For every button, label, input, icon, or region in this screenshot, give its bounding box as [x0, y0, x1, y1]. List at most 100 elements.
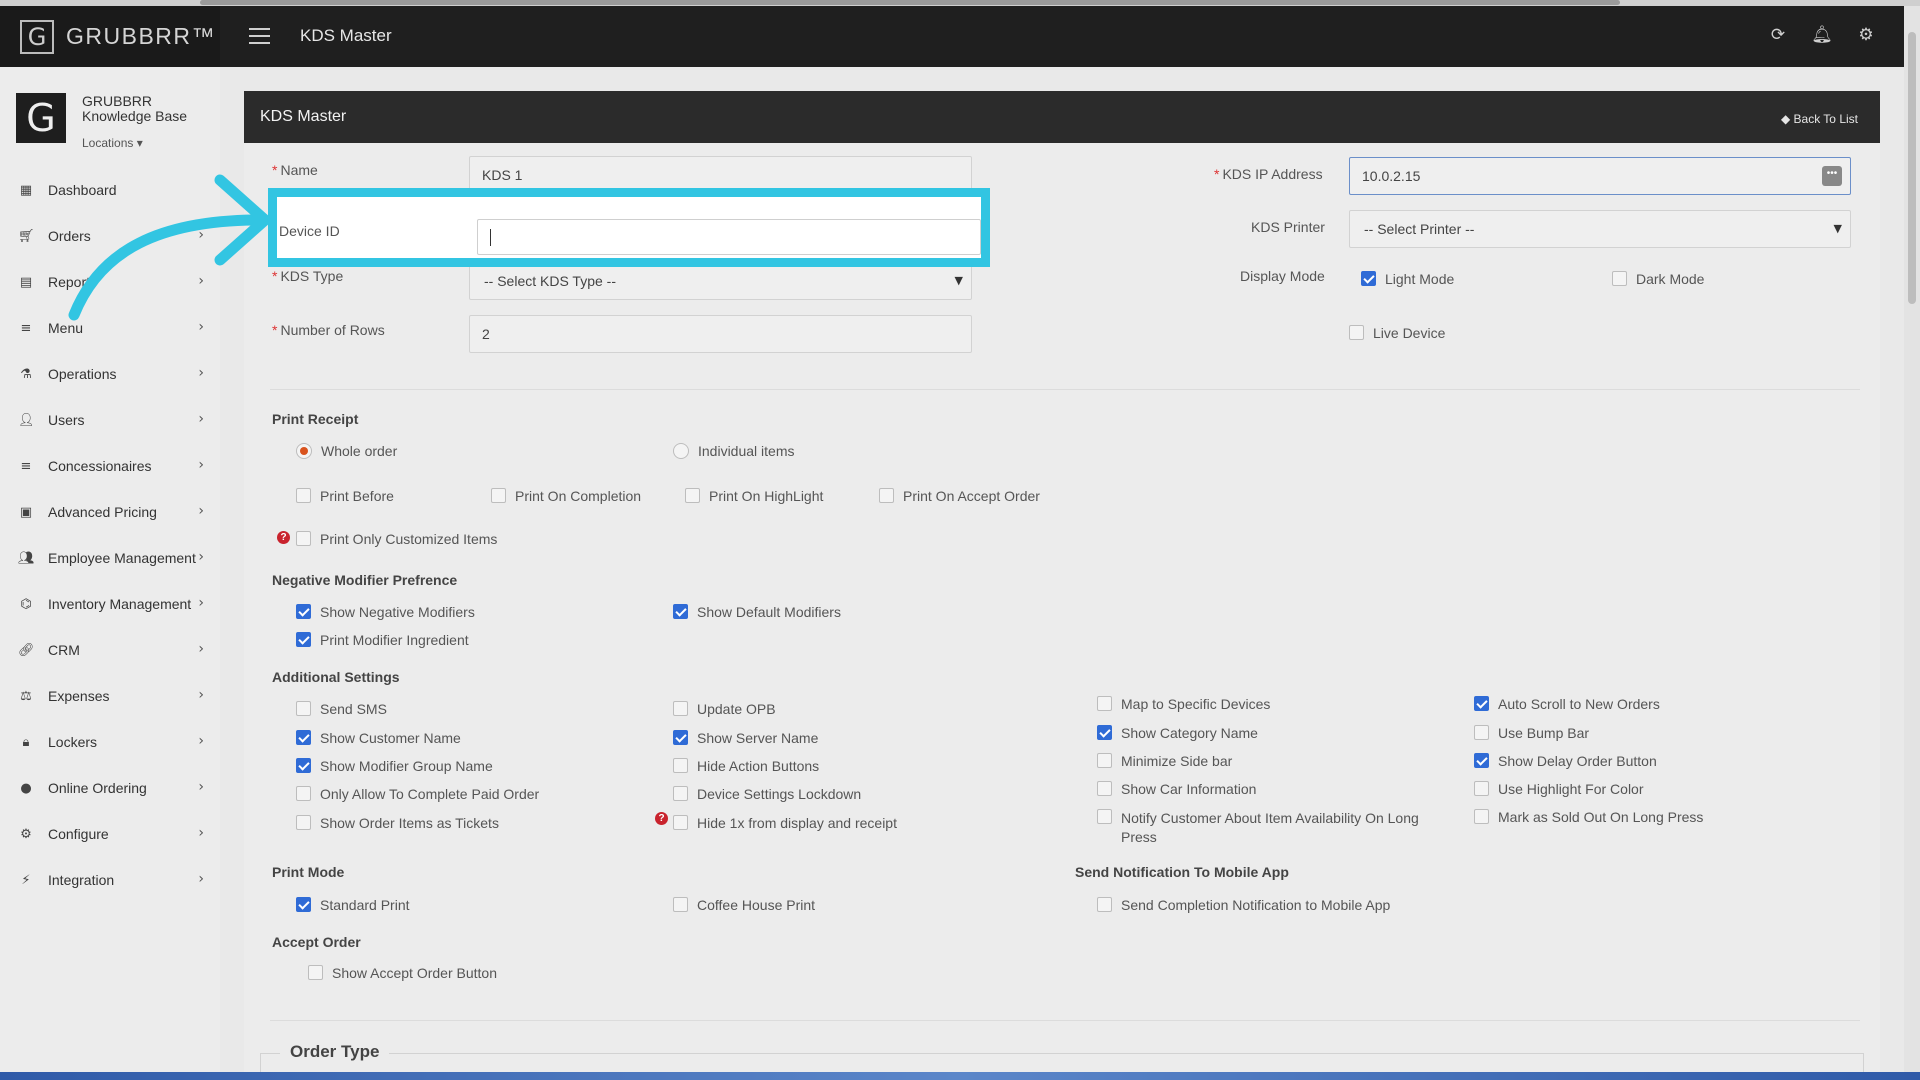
brand[interactable]: G GRUBBRR™ — [0, 6, 220, 67]
help-icon[interactable]: ? — [277, 531, 290, 544]
show-delay-button-checkbox[interactable]: Show Delay Order Button — [1474, 753, 1657, 769]
divider — [270, 1020, 1860, 1021]
panel-title: KDS Master — [260, 108, 347, 125]
print-modifier-ingredient-checkbox[interactable]: Print Modifier Ingredient — [296, 632, 469, 648]
print-on-accept-checkbox[interactable]: Print On Accept Order — [879, 488, 1040, 504]
show-accept-order-checkbox[interactable]: Show Accept Order Button — [308, 965, 497, 981]
show-default-modifiers-checkbox[interactable]: Show Default Modifiers — [673, 604, 841, 620]
send-sms-checkbox[interactable]: Send SMS — [296, 701, 387, 717]
page-scrollbar[interactable] — [1904, 6, 1920, 1072]
sidebar-item-operations[interactable]: ⚗ Operations › — [0, 351, 220, 397]
auto-scroll-checkbox[interactable]: Auto Scroll to New Orders — [1474, 696, 1660, 712]
notify-customer-checkbox[interactable]: Notify Customer About Item Availability … — [1097, 809, 1419, 847]
mark-sold-out-checkbox[interactable]: Mark as Sold Out On Long Press — [1474, 809, 1703, 825]
flask-icon: ⚗ — [20, 366, 32, 382]
profile: G GRUBBRR Knowledge Base Locations ▾ — [0, 67, 220, 167]
sidebar-item-users[interactable]: 👤︎ Users › — [0, 397, 220, 443]
negative-modifier-title: Negative Modifier Prefrence — [272, 572, 458, 588]
sidebar-item-integration[interactable]: ⚡︎ Integration › — [0, 857, 220, 903]
plug-icon: ⚡︎ — [21, 872, 31, 888]
printer-select[interactable]: -- Select Printer -- ▼ — [1349, 210, 1851, 248]
page-title: KDS Master — [300, 26, 392, 45]
show-items-tickets-checkbox[interactable]: Show Order Items as Tickets — [296, 815, 499, 831]
print-before-checkbox[interactable]: Print Before — [296, 488, 394, 504]
additional-settings-title: Additional Settings — [272, 669, 400, 685]
sidebar-item-online-ordering[interactable]: ● Online Ordering › — [0, 765, 220, 811]
panel-header: KDS Master ◆ Back To List — [244, 91, 1880, 143]
show-modifier-group-checkbox[interactable]: Show Modifier Group Name — [296, 758, 493, 774]
rows-input[interactable]: 2 — [469, 315, 972, 353]
light-mode-checkbox[interactable]: Light Mode — [1361, 271, 1454, 287]
sidebar-item-expenses[interactable]: ⚖ Expenses › — [0, 673, 220, 719]
bell-icon[interactable]: 🔔︎ — [1811, 24, 1833, 46]
hide-action-buttons-checkbox[interactable]: Hide Action Buttons — [673, 758, 819, 774]
show-server-name-checkbox[interactable]: Show Server Name — [673, 730, 818, 746]
coffee-house-print-checkbox[interactable]: Coffee House Print — [673, 897, 815, 913]
locations-dropdown[interactable]: Locations ▾ — [82, 136, 143, 150]
sidebar-item-label: CRM — [48, 642, 80, 658]
print-on-highlight-checkbox[interactable]: Print On HighLight — [685, 488, 823, 504]
notification-title: Send Notification To Mobile App — [1075, 864, 1289, 880]
sidebar-item-employee-management[interactable]: 👥︎ Employee Management › — [0, 535, 220, 581]
show-category-name-checkbox[interactable]: Show Category Name — [1097, 725, 1258, 741]
use-highlight-color-checkbox[interactable]: Use Highlight For Color — [1474, 781, 1644, 797]
ip-input[interactable]: 10.0.2.15 ••• — [1349, 157, 1851, 195]
sidebar-item-label: Operations — [48, 366, 117, 382]
show-customer-name-checkbox[interactable]: Show Customer Name — [296, 730, 461, 746]
back-to-list-link[interactable]: ◆ Back To List — [1781, 112, 1858, 126]
only-allow-paid-checkbox[interactable]: Only Allow To Complete Paid Order — [296, 786, 539, 802]
chevron-right-icon: › — [198, 411, 204, 427]
show-negative-modifiers-checkbox[interactable]: Show Negative Modifiers — [296, 604, 475, 620]
scrollbar-thumb[interactable] — [1908, 32, 1916, 304]
sidebar-item-crm[interactable]: 🔗︎ CRM › — [0, 627, 220, 673]
show-car-info-checkbox[interactable]: Show Car Information — [1097, 781, 1256, 797]
sidebar-item-label: Online Ordering — [48, 780, 147, 796]
sitemap-icon: ⌬ — [20, 596, 32, 612]
update-opb-checkbox[interactable]: Update OPB — [673, 701, 776, 717]
live-device-checkbox[interactable]: Live Device — [1349, 325, 1445, 341]
sidebar-item-lockers[interactable]: 🔒︎ Lockers › — [0, 719, 220, 765]
chevron-right-icon: › — [198, 365, 204, 381]
hamburger-menu-icon[interactable] — [249, 28, 270, 44]
map-devices-checkbox[interactable]: Map to Specific Devices — [1097, 696, 1270, 712]
sidebar-item-label: Employee Management — [48, 550, 196, 566]
hide-1x-checkbox[interactable]: Hide 1x from display and receipt — [673, 815, 897, 831]
print-only-customized-checkbox[interactable]: Print Only Customized Items — [296, 531, 497, 547]
device-lockdown-checkbox[interactable]: Device Settings Lockdown — [673, 786, 861, 802]
sidebar-item-advanced-pricing[interactable]: ▣ Advanced Pricing › — [0, 489, 220, 535]
ip-value: 10.0.2.15 — [1362, 168, 1421, 184]
print-on-completion-checkbox[interactable]: Print On Completion — [491, 488, 641, 504]
help-icon[interactable]: ? — [655, 812, 668, 825]
dark-mode-checkbox[interactable]: Dark Mode — [1612, 271, 1704, 287]
more-options-icon[interactable]: ••• — [1822, 166, 1842, 186]
use-bump-bar-checkbox[interactable]: Use Bump Bar — [1474, 725, 1589, 741]
chevron-right-icon: › — [198, 457, 204, 473]
chevron-right-icon: › — [198, 549, 204, 565]
whole-order-radio[interactable]: Whole order — [296, 443, 397, 459]
gear-icon[interactable]: ⚙ — [1855, 24, 1877, 46]
kds-type-select[interactable]: -- Select KDS Type -- ▼ — [469, 262, 972, 300]
refresh-icon[interactable]: ⟳ — [1767, 24, 1789, 46]
sidebar-item-label: Inventory Management — [48, 596, 192, 612]
printer-label: KDS Printer — [1251, 219, 1325, 235]
lock-icon: 🔒︎ — [22, 734, 30, 750]
chevron-right-icon: › — [198, 733, 204, 749]
divider — [270, 389, 1860, 390]
report-icon: ▤ — [19, 274, 33, 290]
sidebar-item-configure[interactable]: ⚙ Configure › — [0, 811, 220, 857]
send-completion-checkbox[interactable]: Send Completion Notification to Mobile A… — [1097, 897, 1390, 913]
standard-print-checkbox[interactable]: Standard Print — [296, 897, 410, 913]
link-icon: 🔗︎ — [18, 642, 35, 658]
individual-items-radio[interactable]: Individual items — [673, 443, 795, 459]
menu-icon: ≡ — [20, 320, 32, 336]
sidebar-item-label: Expenses — [48, 688, 110, 704]
sidebar-item-inventory-management[interactable]: ⌬ Inventory Management › — [0, 581, 220, 627]
cog-icon: ⚙ — [20, 826, 32, 842]
sidebar-item-label: Concessionaires — [48, 458, 152, 474]
top-bar: G GRUBBRR™ KDS Master ⟳ 🔔︎ ⚙ — [0, 6, 1904, 67]
minimize-side-bar-checkbox[interactable]: Minimize Side bar — [1097, 753, 1232, 769]
globe-icon: ● — [20, 780, 32, 796]
device-id-input[interactable] — [477, 219, 981, 255]
chevron-right-icon: › — [198, 595, 204, 611]
sidebar-item-concessionaires[interactable]: ≡ Concessionaires › — [0, 443, 220, 489]
